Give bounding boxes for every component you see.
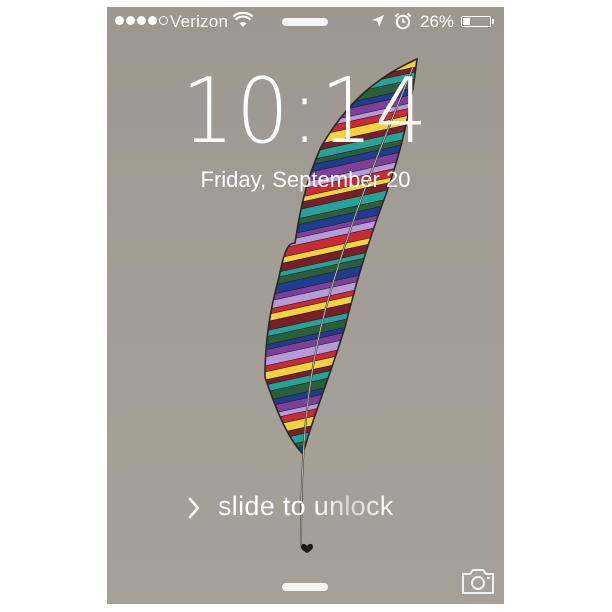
camera-icon[interactable] <box>461 567 495 595</box>
signal-dot <box>126 16 135 25</box>
battery-nub <box>492 19 494 24</box>
battery-percentage: 26% <box>420 12 455 31</box>
slide-to-unlock-slider[interactable]: slide to unlock <box>185 488 425 528</box>
chevron-right-icon <box>188 497 200 519</box>
clock-time: 10:14 <box>181 59 430 164</box>
slide-to-unlock-label: slide to unlock <box>218 491 394 521</box>
control-center-handle[interactable] <box>282 583 328 591</box>
signal-strength <box>115 16 168 25</box>
lock-screen: Verizon 26% 10:14 Friday, September 20 s… <box>107 7 504 604</box>
signal-dot <box>159 16 168 25</box>
alarm-clock-icon <box>394 12 412 30</box>
wifi-icon <box>233 12 253 27</box>
battery-icon <box>461 16 491 27</box>
battery-level-fill <box>463 18 470 25</box>
location-arrow-icon <box>372 15 384 27</box>
signal-dot <box>137 16 146 25</box>
clock-date: Friday, September 20 <box>200 167 411 192</box>
notification-center-handle[interactable] <box>282 18 328 26</box>
signal-dot <box>115 16 124 25</box>
carrier-name: Verizon <box>170 12 229 31</box>
signal-dot <box>148 16 157 25</box>
